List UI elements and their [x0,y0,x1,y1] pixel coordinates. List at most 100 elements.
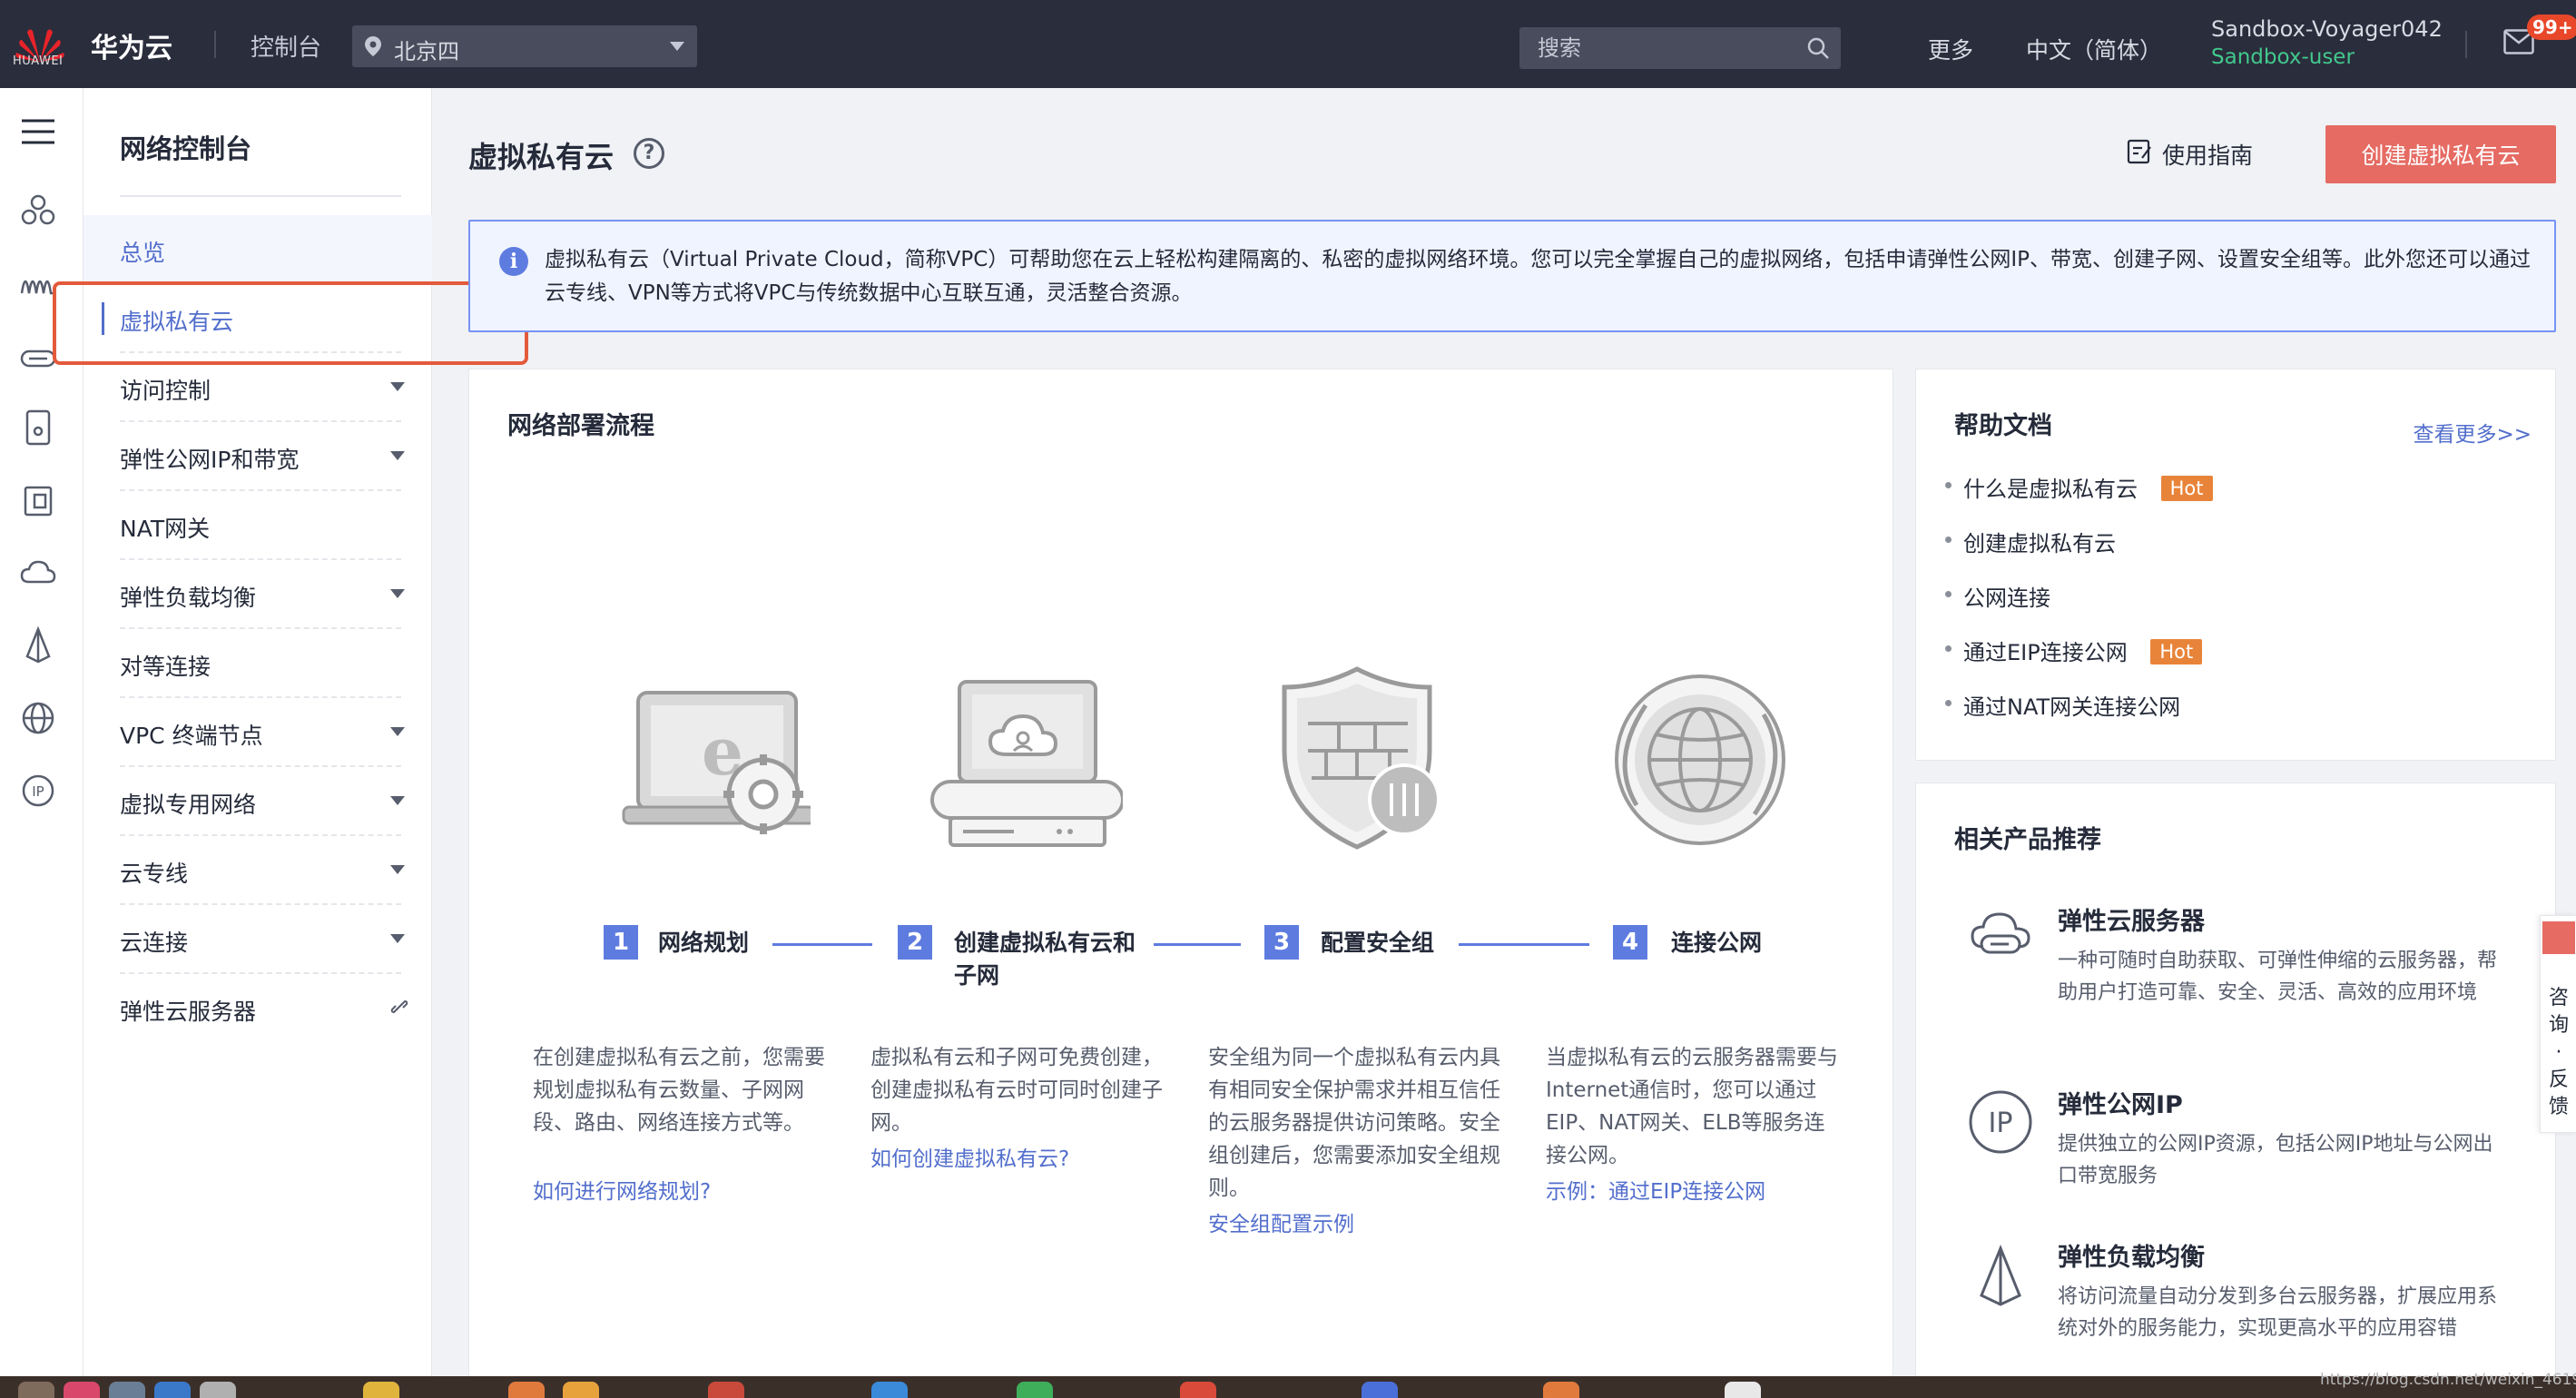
sidebar-item-label: NAT网关 [120,516,211,542]
sidebar-item-vpc-endpoint[interactable]: VPC 终端节点 [84,698,432,767]
chat-icon [2542,921,2575,954]
sidebar-item-label: 访问控制 [120,378,211,404]
sidebar-item-direct-connect[interactable]: 云专线 [84,836,432,905]
step-description: 当虚拟私有云的云服务器需要与Internet通信时，您可以通过EIP、NAT网关… [1546,1046,1838,1167]
chevron-down-icon[interactable] [390,865,405,874]
help-question-icon[interactable]: ? [634,138,664,169]
network-console-sidebar: 网络控制台 总览 虚拟私有云 访问控制 弹性公网IP和带宽 NAT网关 弹性负载… [84,88,432,1377]
server-box-icon[interactable] [18,480,58,520]
language-selector[interactable]: 中文（简体） [2026,33,2162,65]
eip-example-link[interactable]: 示例：通过EIP连接公网 [1546,1174,1765,1205]
help-doc-link[interactable]: 通过EIP连接公网 Hot [1945,635,2203,666]
security-group-example-link[interactable]: 安全组配置示例 [1208,1206,1354,1237]
security-group-illustration-icon [1282,666,1440,850]
dock-app-icon[interactable] [64,1382,100,1398]
sidebar-item-elb[interactable]: 弹性负载均衡 [84,560,432,629]
product-description: 一种可随时自助获取、可弹性伸缩的云服务器，帮助用户打造可靠、安全、灵活、高效的应… [2058,950,2498,1004]
more-menu[interactable]: 更多 [1928,33,1973,65]
dock-app-icon[interactable] [363,1382,399,1398]
step-number-badge: 4 [1613,925,1647,960]
sidebar-item-label: 总览 [120,240,166,266]
dock-app-icon[interactable] [708,1382,744,1398]
step-number-badge: 1 [604,925,638,960]
user-role[interactable]: Sandbox-user [2211,45,2355,69]
step-label: 配置安全组 [1321,930,1435,956]
username[interactable]: Sandbox-Voyager042 [2211,16,2443,42]
chevron-down-icon[interactable] [390,727,405,736]
sidebar-item-label: 虚拟私有云 [120,309,234,335]
dock-app-icon[interactable] [563,1382,599,1398]
chevron-down-icon[interactable] [390,934,405,943]
chevron-down-icon[interactable] [390,382,405,391]
search-input[interactable] [1519,27,1792,69]
sidebar-item-overview[interactable]: 总览 [84,215,432,284]
step-connector [1154,943,1241,946]
dock-app-icon[interactable] [1543,1382,1579,1398]
cloud-icon[interactable] [18,553,58,593]
doc-label: 通过NAT网关连接公网 [1963,694,2181,720]
sidebar-item-eip-bandwidth[interactable]: 弹性公网IP和带宽 [84,422,432,491]
sidebar-item-vpc-peering[interactable]: 对等连接 [84,629,432,698]
dock-app-icon[interactable] [871,1382,908,1398]
top-navigation-bar: HUAWEI 华为云 控制台 北京四 更多 中文（简体） Sandbox-Voy… [0,0,2576,88]
external-link-icon[interactable] [388,996,410,1018]
sidebar-item-label: 虚拟专用网络 [120,792,257,818]
chevron-down-icon[interactable] [390,589,405,598]
step-label: 连接公网 [1671,930,1763,956]
chevron-down-icon[interactable] [390,796,405,805]
router-icon[interactable] [18,337,58,377]
ip-icon[interactable]: IP [18,771,58,811]
region-label: 北京四 [394,39,459,64]
ip-icon[interactable]: IP [1967,1088,2034,1156]
sidebar-item-access-control[interactable]: 访问控制 [84,353,432,422]
step-connector [1459,943,1589,946]
dock-app-icon[interactable] [200,1382,236,1398]
sidebar-item-label: 云连接 [120,930,189,956]
load-balancer-icon[interactable] [18,625,58,665]
wave-icon[interactable] [18,264,58,304]
help-doc-link[interactable]: 公网连接 [1945,580,2050,612]
dock-app-icon[interactable] [1725,1382,1761,1398]
dock-app-icon[interactable] [1180,1382,1216,1398]
dock-app-icon[interactable] [18,1382,54,1398]
create-vpc-button[interactable]: 创建虚拟私有云 [2325,125,2556,183]
product-name[interactable]: 弹性负载均衡 [2058,1237,2205,1273]
network-planning-link[interactable]: 如何进行网络规划? [533,1174,711,1205]
help-doc-link[interactable]: 什么是虚拟私有云 Hot [1945,471,2213,503]
step-number-badge: 3 [1264,925,1299,960]
sidebar-item-nat-gateway[interactable]: NAT网关 [84,491,432,560]
sidebar-item-ecs[interactable]: 弹性云服务器 [84,974,432,1043]
console-link[interactable]: 控制台 [251,29,321,63]
sidebar-item-label: 对等连接 [120,654,211,680]
menu-icon[interactable] [18,112,58,152]
help-doc-link[interactable]: 通过NAT网关连接公网 [1945,689,2181,721]
search-icon[interactable] [1806,36,1830,60]
brand-name[interactable]: 华为云 [91,25,172,65]
cluster-icon[interactable] [18,192,58,231]
help-title: 帮助文档 [1954,412,2052,440]
service-icon-rail: IP [0,88,84,1377]
dock-app-icon[interactable] [1017,1382,1053,1398]
product-description: 将访问流量自动分发到多台云服务器，扩展应用系统对外的服务能力，实现更高水平的应用… [2058,1285,2498,1340]
create-vpc-link[interactable]: 如何创建虚拟私有云? [870,1141,1069,1172]
sidebar-item-cloud-connect[interactable]: 云连接 [84,905,432,974]
dock-app-icon[interactable] [1362,1382,1398,1398]
product-name[interactable]: 弹性公网IP [2058,1085,2183,1120]
feedback-tab[interactable]: 咨询·反馈 [2540,915,2576,1133]
product-name[interactable]: 弹性云服务器 [2058,901,2205,937]
dock-app-icon[interactable] [109,1382,145,1398]
dock-app-icon[interactable] [154,1382,191,1398]
dock-app-icon[interactable] [508,1382,545,1398]
sidebar-item-vpc[interactable]: 虚拟私有云 [84,284,432,353]
cloud-server-icon[interactable] [1967,900,2034,967]
search-box[interactable] [1519,27,1841,69]
chevron-down-icon[interactable] [390,451,405,460]
sidebar-item-vpn[interactable]: 虚拟专用网络 [84,767,432,836]
see-more-link[interactable]: 查看更多>> [2413,417,2532,448]
help-doc-link[interactable]: 创建虚拟私有云 [1945,526,2116,557]
globe-icon[interactable] [18,698,58,738]
region-selector[interactable]: 北京四 [352,25,697,67]
database-icon[interactable] [18,408,58,448]
doc-label: 公网连接 [1963,586,2050,611]
load-balancer-icon[interactable] [1967,1243,2034,1310]
